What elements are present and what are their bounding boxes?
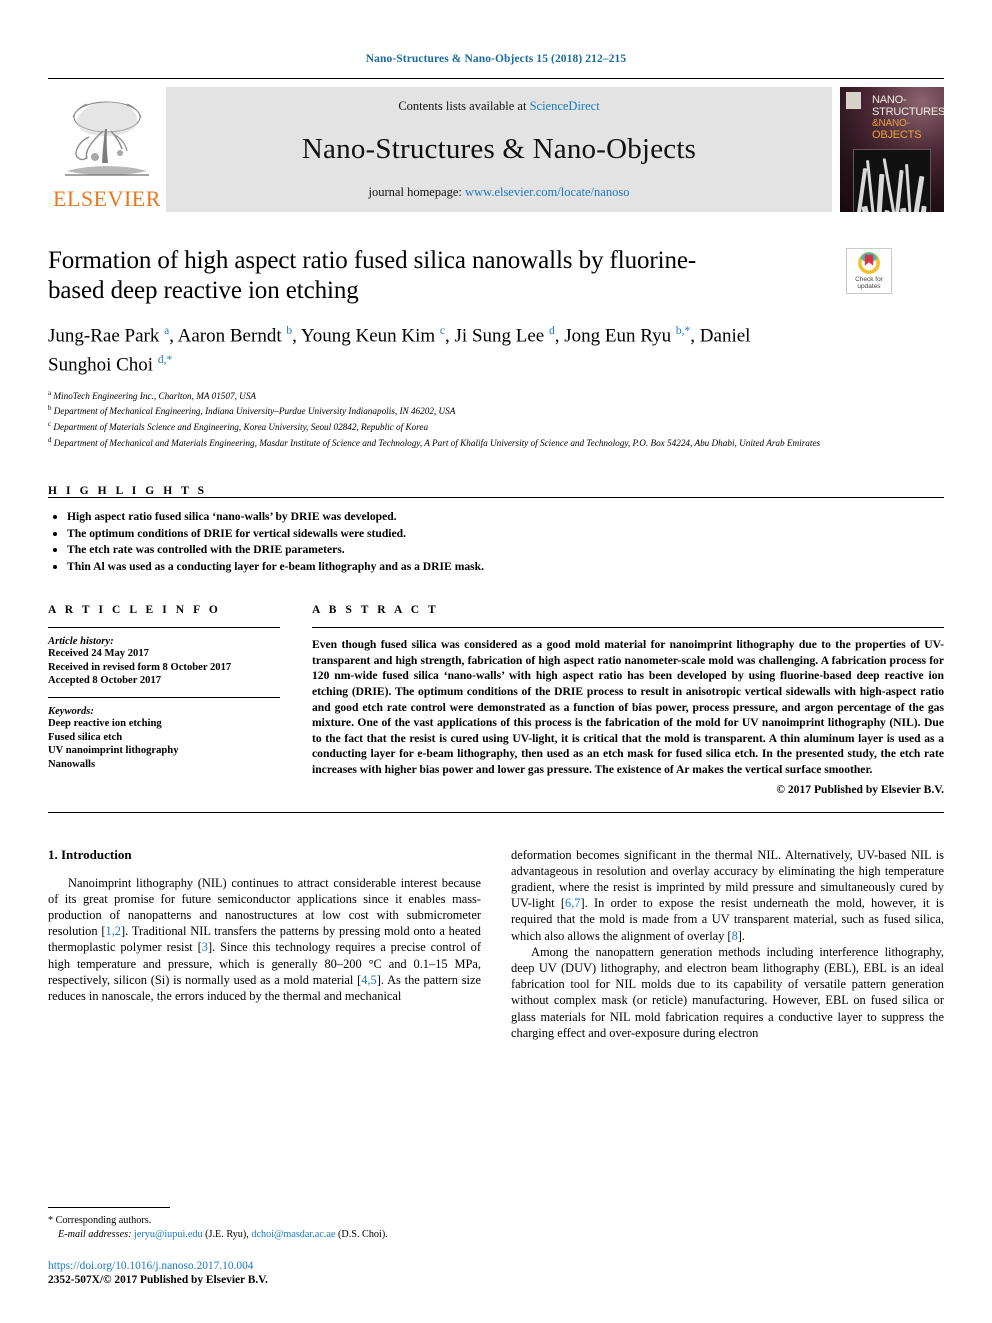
- keyword-item: Fused silica etch: [48, 731, 123, 743]
- affiliation-text: MinoTech Engineering Inc., Charlton, MA …: [53, 390, 257, 401]
- abstract-copyright: © 2017 Published by Elsevier B.V.: [776, 782, 944, 796]
- article-info-divider-top: [48, 627, 280, 629]
- crossmark-label-line-1: Check for: [855, 276, 883, 283]
- list-item: Thin Al was used as a conducting layer f…: [48, 559, 944, 576]
- journal-masthead: ELSEVIER Contents lists available at Sci…: [48, 87, 944, 212]
- footnote-divider: [48, 1207, 170, 1209]
- keyword-item: Deep reactive ion etching: [48, 718, 162, 730]
- journal-homepage-link[interactable]: www.elsevier.com/locate/nanoso: [465, 185, 629, 199]
- email-addresses-label: E-mail addresses:: [58, 1228, 132, 1240]
- running-head: Nano-Structures & Nano-Objects 15 (2018)…: [365, 53, 627, 65]
- list-item: High aspect ratio fused silica ‘nano-wal…: [48, 509, 944, 526]
- keyword-item: Nanowalls: [48, 758, 96, 770]
- email-addresses-line: E-mail addresses: jeryu@iupui.edu (J.E. …: [48, 1228, 481, 1241]
- paper-page: Nano-Structures & Nano-Objects 15 (2018)…: [0, 0, 992, 1323]
- elsevier-wordmark: ELSEVIER: [53, 186, 161, 211]
- email-owner-ryu: (J.E. Ryu),: [205, 1228, 249, 1240]
- list-item: The etch rate was controlled with the DR…: [48, 542, 944, 559]
- highlights-label: H I G H L I G H T S: [48, 485, 208, 498]
- abstract-label: A B S T R A C T: [312, 604, 439, 617]
- affiliation-item: b Department of Mechanical Engineering, …: [48, 402, 944, 418]
- crossmark-icon: [858, 252, 880, 274]
- cover-title-line-3: &NANO-: [872, 118, 910, 129]
- page-title: Formation of high aspect ratio fused sil…: [48, 247, 697, 304]
- article-info-divider-mid: [48, 697, 280, 699]
- paragraph: deformation becomes significant in the t…: [511, 847, 945, 943]
- email-link-ryu[interactable]: jeryu@iupui.edu: [134, 1229, 203, 1240]
- article-history-item: Received 24 May 2017: [48, 648, 149, 660]
- email-link-choi[interactable]: dchoi@masdar.ac.ae: [251, 1229, 335, 1240]
- title-block: Formation of high aspect ratio fused sil…: [48, 246, 944, 306]
- body-column-left: 1. Introduction Nanoimprint lithography …: [48, 847, 481, 1041]
- author-list: Jung-Rae Park a, Aaron Berndt b, Young K…: [48, 325, 751, 376]
- paragraph: Among the nanopattern generation methods…: [511, 944, 944, 1040]
- journal-cover-thumbnail: NANO- STRUCTURES &NANO- OBJECTS: [840, 87, 944, 212]
- affiliation-text: Department of Mechanical and Materials E…: [53, 437, 821, 448]
- email-owner-choi: (D.S. Choi).: [337, 1228, 388, 1240]
- doi-link[interactable]: https://doi.org/10.1016/j.nanoso.2017.10…: [48, 1259, 548, 1273]
- cover-title-line-4: OBJECTS: [872, 128, 922, 141]
- cover-title-line-2: STRUCTURES: [872, 105, 944, 118]
- contents-prefix: Contents lists available at: [398, 99, 530, 113]
- issn-copyright: 2352-507X/© 2017 Published by Elsevier B…: [48, 1274, 268, 1286]
- journal-title: Nano-Structures & Nano-Objects: [301, 133, 697, 165]
- article-history-item: Received in revised form 8 October 2017: [48, 661, 232, 673]
- affiliation-item: c Department of Materials Science and En…: [48, 418, 944, 434]
- abstract-section: A B S T R A C T Even though fused silica…: [312, 604, 944, 796]
- affiliation-mark: c: [48, 419, 52, 428]
- homepage-prefix: journal homepage:: [368, 185, 466, 199]
- keywords-heading: Keywords:: [48, 706, 94, 718]
- cover-title-line-1: NANO-: [872, 94, 907, 106]
- keyword-item: UV nanoimprint lithography: [48, 745, 179, 757]
- elsevier-logo: ELSEVIER: [48, 87, 166, 212]
- article-info-section: A R T I C L E I N F O Article history: R…: [48, 604, 280, 795]
- article-history-item: Accepted 8 October 2017: [48, 675, 162, 687]
- highlights-divider: [48, 497, 944, 499]
- body-column-right: deformation becomes significant in the t…: [511, 847, 944, 1041]
- affiliation-item: a MinoTech Engineering Inc., Charlton, M…: [48, 387, 944, 403]
- paragraph: Nanoimprint lithography (NIL) continues …: [48, 875, 482, 1004]
- affiliation-mark: d: [48, 435, 52, 444]
- sciencedirect-link[interactable]: ScienceDirect: [530, 99, 600, 113]
- affiliation-text: Department of Materials Science and Engi…: [53, 422, 429, 433]
- info-abstract-block: A R T I C L E I N F O Article history: R…: [48, 604, 944, 796]
- masthead-center-panel: Contents lists available at ScienceDirec…: [166, 87, 832, 212]
- highlights-section: H I G H L I G H T S High aspect ratio fu…: [48, 485, 944, 575]
- header-divider: [48, 78, 944, 79]
- article-history-heading: Article history:: [48, 636, 114, 648]
- footnote-block: * Corresponding authors. E-mail addresse…: [48, 1207, 481, 1241]
- article-info-label: A R T I C L E I N F O: [48, 604, 221, 617]
- elsevier-tree-icon: [65, 101, 149, 176]
- affiliation-mark: a: [48, 388, 52, 397]
- affiliation-list: a MinoTech Engineering Inc., Charlton, M…: [48, 387, 944, 450]
- abstract-text: Even though fused silica was considered …: [312, 638, 944, 777]
- corresponding-authors-note: * Corresponding authors.: [48, 1215, 152, 1227]
- cover-sem-image: [853, 149, 931, 212]
- journal-homepage-line: journal homepage: www.elsevier.com/locat…: [369, 185, 630, 200]
- abstract-bottom-divider: [48, 811, 944, 813]
- document-footer: https://doi.org/10.1016/j.nanoso.2017.10…: [48, 1259, 548, 1287]
- cover-elsevier-mark-icon: [846, 92, 861, 109]
- list-item: The optimum conditions of DRIE for verti…: [48, 526, 944, 543]
- body-columns: 1. Introduction Nanoimprint lithography …: [48, 847, 944, 1041]
- highlights-list: High aspect ratio fused silica ‘nano-wal…: [48, 509, 944, 575]
- section-heading-introduction: 1. Introduction: [48, 846, 132, 862]
- affiliation-mark: b: [48, 404, 52, 413]
- affiliation-text: Department of Mechanical Engineering, In…: [53, 406, 456, 417]
- affiliation-item: d Department of Mechanical and Materials…: [48, 434, 944, 450]
- contents-available-line: Contents lists available at ScienceDirec…: [398, 99, 599, 114]
- crossmark-label: Check for updates: [855, 276, 883, 290]
- cover-title-text: NANO- STRUCTURES &NANO- OBJECTS: [872, 94, 944, 141]
- abstract-divider: [312, 627, 944, 629]
- crossmark-badge[interactable]: Check for updates: [846, 248, 892, 294]
- crossmark-label-line-2: updates: [857, 283, 881, 290]
